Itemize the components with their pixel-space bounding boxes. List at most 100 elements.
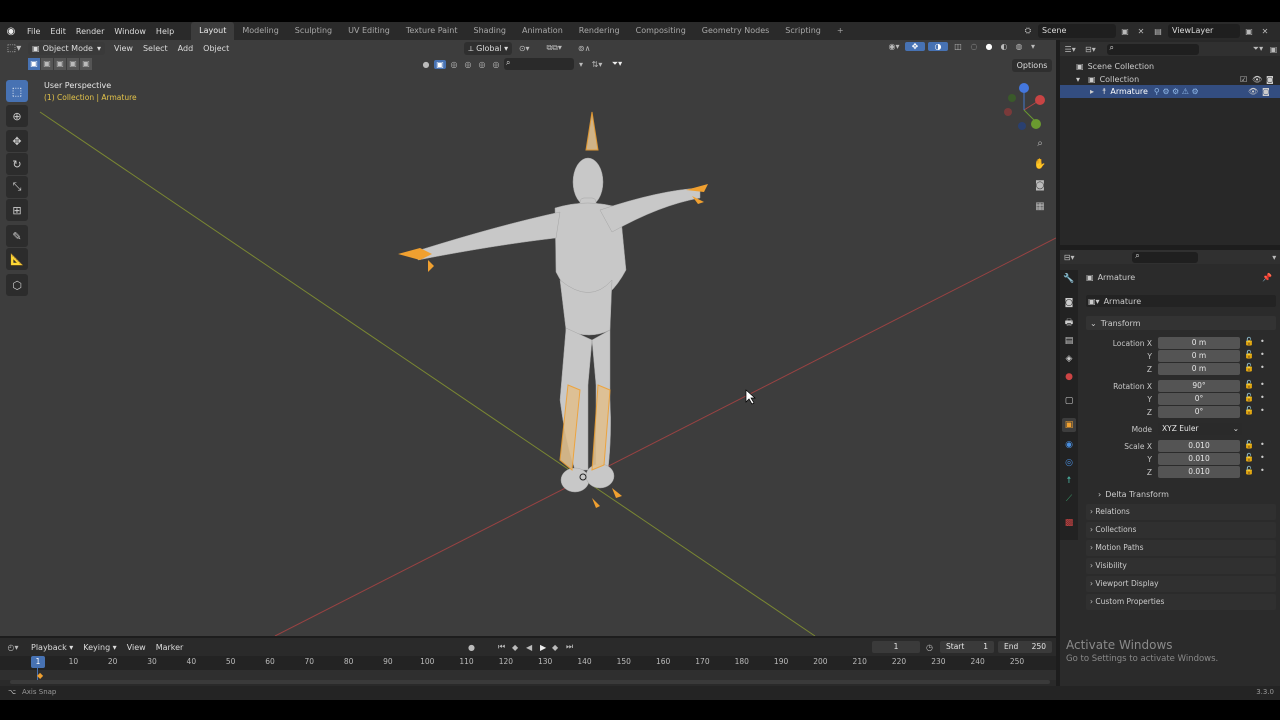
blender-logo-icon[interactable]: ◉ <box>0 26 22 37</box>
view-layer-selector[interactable]: ViewLayer <box>1168 24 1240 38</box>
lock-icon[interactable]: 🔓 <box>1244 350 1254 359</box>
timeline-menu-marker[interactable]: Marker <box>151 643 189 652</box>
outliner-row-armature[interactable]: ▸ ☨ Armature ⚲ ⚙ ⚙ ⚠ ⚙ 👁 ◙ <box>1060 85 1280 98</box>
pan-hand-icon[interactable]: ✋ <box>1032 159 1048 175</box>
menu-window[interactable]: Window <box>109 27 151 36</box>
viewport-search-input[interactable]: ⌕ <box>504 58 574 70</box>
object-name-field[interactable]: ▣▾ Armature <box>1086 295 1276 307</box>
overlay-toggle-icon[interactable]: ◑ <box>928 42 948 51</box>
view-layer-icon[interactable]: ▤ <box>1148 27 1168 36</box>
shading-wireframe-icon[interactable]: ◌ <box>968 42 980 51</box>
timeline-menu-view[interactable]: View <box>122 643 151 652</box>
viewport-menu-object[interactable]: Object <box>198 44 234 53</box>
rotation-z-field[interactable]: 0° <box>1158 406 1240 418</box>
transform-tool-icon[interactable]: ⊞ <box>6 199 28 221</box>
shading-rendered-icon[interactable]: ◍ <box>1013 42 1025 51</box>
lock-icon[interactable]: 🔓 <box>1244 337 1254 346</box>
add-workspace-button[interactable]: + <box>829 22 852 40</box>
transform-panel-header[interactable]: ⌄ Transform <box>1086 316 1276 330</box>
lock-icon[interactable]: 🔓 <box>1244 453 1254 462</box>
annotate-tool-icon[interactable]: ✎ <box>6 225 28 247</box>
selectable-toggle-icon[interactable]: ▣ <box>434 59 446 69</box>
start-frame-field[interactable]: Start 1 <box>940 641 994 653</box>
keyframe-dot-icon[interactable]: • <box>1260 406 1265 415</box>
pivot-point-icon[interactable]: ⊙▾ <box>512 44 536 53</box>
viewport-menu-select[interactable]: Select <box>138 44 173 53</box>
camera-view-icon[interactable]: ◙ <box>1032 180 1048 196</box>
tab-animation[interactable]: Animation <box>514 22 571 40</box>
transform-orientation-selector[interactable]: ⟂ Global ▾ <box>464 41 513 55</box>
rotation-x-field[interactable]: 90° <box>1158 380 1240 392</box>
delta-transform-subpanel[interactable]: › Delta Transform <box>1098 488 1169 500</box>
keyframe-dot-icon[interactable]: • <box>1260 440 1265 449</box>
measure-tool-icon[interactable]: 📐 <box>6 248 28 270</box>
scale-x-field[interactable]: 0.010 <box>1158 440 1240 452</box>
lock-icon[interactable]: 🔓 <box>1244 466 1254 475</box>
rotation-mode-dropdown[interactable]: XYZ Euler ⌄ <box>1158 423 1242 435</box>
tab-rendering[interactable]: Rendering <box>571 22 628 40</box>
collection-render-icon[interactable]: ◙ <box>1266 75 1274 84</box>
collection-tab-icon[interactable]: ▢ <box>1062 394 1076 408</box>
shading-material-icon[interactable]: ◐ <box>998 42 1010 51</box>
end-frame-field[interactable]: End 250 <box>998 641 1052 653</box>
lock-icon[interactable]: 🔓 <box>1244 393 1254 402</box>
outliner-row-collection[interactable]: ▾ ▣ Collection ☑ 👁 ◙ <box>1076 73 1280 85</box>
tab-scripting[interactable]: Scripting <box>777 22 829 40</box>
properties-options-icon[interactable]: ▾ <box>1268 253 1280 262</box>
outliner-filter-icon[interactable]: ⏷▾ <box>1249 44 1267 54</box>
scene-selector[interactable]: Scene <box>1038 24 1116 38</box>
proportional-edit-icon[interactable]: ⊚∧ <box>572 44 596 53</box>
properties-editor-icon[interactable]: ⊟▾ <box>1060 253 1078 262</box>
jump-keyframe-forward-icon[interactable]: ◆ <box>552 643 558 652</box>
preview-range-icon[interactable]: ◷ <box>926 643 933 652</box>
keyframe-track[interactable] <box>0 670 1056 680</box>
keyframe-dot-icon[interactable]: • <box>1260 380 1265 389</box>
timeline-menu-keying[interactable]: Keying ▾ <box>78 643 121 652</box>
outliner-editor-icon[interactable]: ☰▾ <box>1060 45 1080 54</box>
tab-layout[interactable]: Layout <box>191 22 235 40</box>
properties-search-input[interactable]: ⌕ <box>1132 251 1199 263</box>
jump-end-icon[interactable]: ⏭ <box>566 642 573 652</box>
select-intersect-icon[interactable]: ▣ <box>80 58 92 70</box>
outliner-search-input[interactable]: ⌕ <box>1106 43 1199 55</box>
tab-compositing[interactable]: Compositing <box>628 22 694 40</box>
keyframe-dot-icon[interactable]: • <box>1260 363 1265 372</box>
lock-icon[interactable]: 🔓 <box>1244 363 1254 372</box>
viewport-menu-add[interactable]: Add <box>173 44 199 53</box>
sort-icon[interactable]: ⇅▾ <box>588 60 606 69</box>
move-tool-icon[interactable]: ✥ <box>6 130 28 152</box>
menu-render[interactable]: Render <box>71 27 109 36</box>
new-collection-icon[interactable]: ▣ <box>1267 45 1280 54</box>
exclude-checkbox[interactable]: ☑ <box>1240 75 1247 84</box>
new-scene-icon[interactable]: ▣ <box>1116 27 1134 36</box>
display-mode-icon[interactable]: ⊟▾ <box>1080 45 1100 54</box>
select-extend-icon[interactable]: ▣ <box>41 58 53 70</box>
tab-shading[interactable]: Shading <box>465 22 514 40</box>
funnel-icon[interactable]: ⏷▾ <box>608 59 626 69</box>
select-difference-icon[interactable]: ▣ <box>67 58 79 70</box>
lock-icon[interactable]: 🔓 <box>1244 440 1254 449</box>
visibility-panel[interactable]: › Visibility <box>1086 558 1276 574</box>
xray-toggle-icon[interactable]: ◫ <box>951 42 965 51</box>
filter-icon-a[interactable]: ◎ <box>448 60 460 69</box>
shading-solid-icon[interactable]: ● <box>983 42 995 51</box>
tab-geometry-nodes[interactable]: Geometry Nodes <box>694 22 777 40</box>
motion-paths-panel[interactable]: › Motion Paths <box>1086 540 1276 556</box>
keyframe-dot-icon[interactable]: • <box>1260 393 1265 402</box>
scale-z-field[interactable]: 0.010 <box>1158 466 1240 478</box>
scale-y-field[interactable]: 0.010 <box>1158 453 1240 465</box>
rotation-y-field[interactable]: 0° <box>1158 393 1240 405</box>
timeline-editor-icon[interactable]: ◴▾ <box>0 643 26 652</box>
menu-file[interactable]: File <box>22 27 45 36</box>
view-layer-tab-icon[interactable]: ▤ <box>1062 334 1076 348</box>
record-icon[interactable]: ● <box>468 643 475 652</box>
location-y-field[interactable]: 0 m <box>1158 350 1240 362</box>
select-subtract-icon[interactable]: ▣ <box>54 58 66 70</box>
play-icon[interactable]: ▶ <box>540 643 546 652</box>
render-tab-icon[interactable]: ◙ <box>1062 296 1076 310</box>
timeline-scrollbar[interactable] <box>10 680 1050 684</box>
tab-uv-editing[interactable]: UV Editing <box>340 22 398 40</box>
lock-icon[interactable]: 🔓 <box>1244 406 1254 415</box>
physics-tab-icon[interactable]: ◎ <box>1062 456 1076 470</box>
tool-tab-icon[interactable]: 🔧 <box>1062 272 1076 286</box>
